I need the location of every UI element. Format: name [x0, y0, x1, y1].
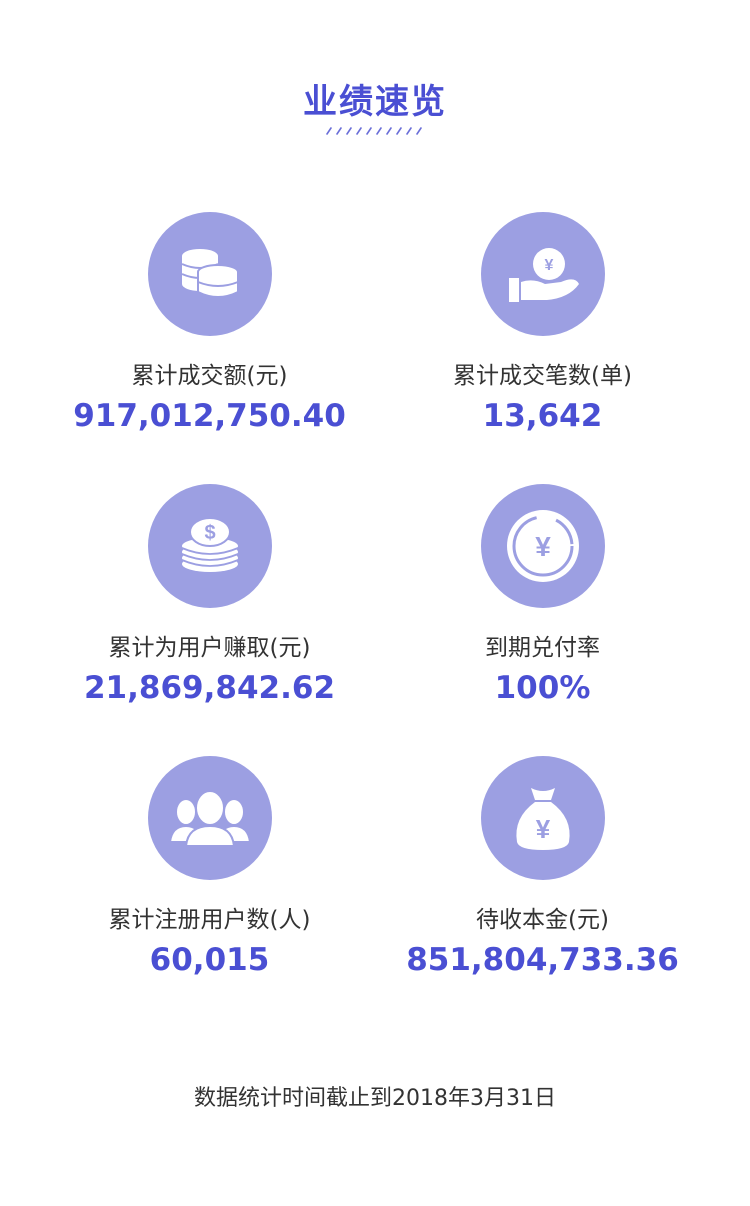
yuan-coin-ring-icon: ¥: [480, 484, 605, 608]
stat-label: 累计成交笔数(单): [453, 363, 632, 389]
stat-value: 21,869,842.62: [83, 670, 336, 706]
stat-user-earnings: $ 累计为用户赚取(元) 21,869,842.62: [22, 484, 397, 708]
stat-label: 累计注册用户数(人): [108, 907, 311, 933]
stat-value: 13,642: [482, 398, 603, 434]
svg-text:¥: ¥: [544, 257, 553, 274]
stat-value: 851,804,733.36: [406, 942, 679, 978]
money-bag-icon: ¥: [480, 756, 605, 880]
stat-principal-receivable: ¥ 待收本金(元) 851,804,733.36: [355, 756, 730, 980]
svg-text:$: $: [204, 522, 215, 544]
stat-value: 917,012,750.40: [73, 398, 346, 434]
dollar-coins-icon: $: [147, 484, 272, 608]
stat-label: 累计成交额(元): [131, 363, 288, 389]
users-group-icon: [147, 756, 272, 880]
svg-text:¥: ¥: [535, 531, 551, 562]
stat-label: 累计为用户赚取(元): [108, 635, 311, 661]
stat-repayment-rate: ¥ 到期兑付率 100%: [355, 484, 730, 708]
stat-label: 待收本金(元): [476, 907, 609, 933]
page-title: 业绩速览: [303, 82, 447, 122]
stat-label: 到期兑付率: [485, 635, 600, 661]
title-underline-decoration: [326, 127, 422, 135]
stat-total-turnover: 累计成交额(元) 917,012,750.40: [22, 212, 397, 436]
hand-yuan-coin-icon: ¥: [480, 212, 605, 336]
stat-total-orders: ¥ 累计成交笔数(单) 13,642: [355, 212, 730, 436]
svg-text:¥: ¥: [535, 814, 550, 844]
coins-stack-icon: [147, 212, 272, 336]
data-cutoff-note: 数据统计时间截止到2018年3月31日: [194, 1086, 556, 1111]
stat-value: 60,015: [149, 942, 270, 978]
stat-value: 100%: [494, 670, 591, 706]
stat-registered-users: 累计注册用户数(人) 60,015: [22, 756, 397, 980]
